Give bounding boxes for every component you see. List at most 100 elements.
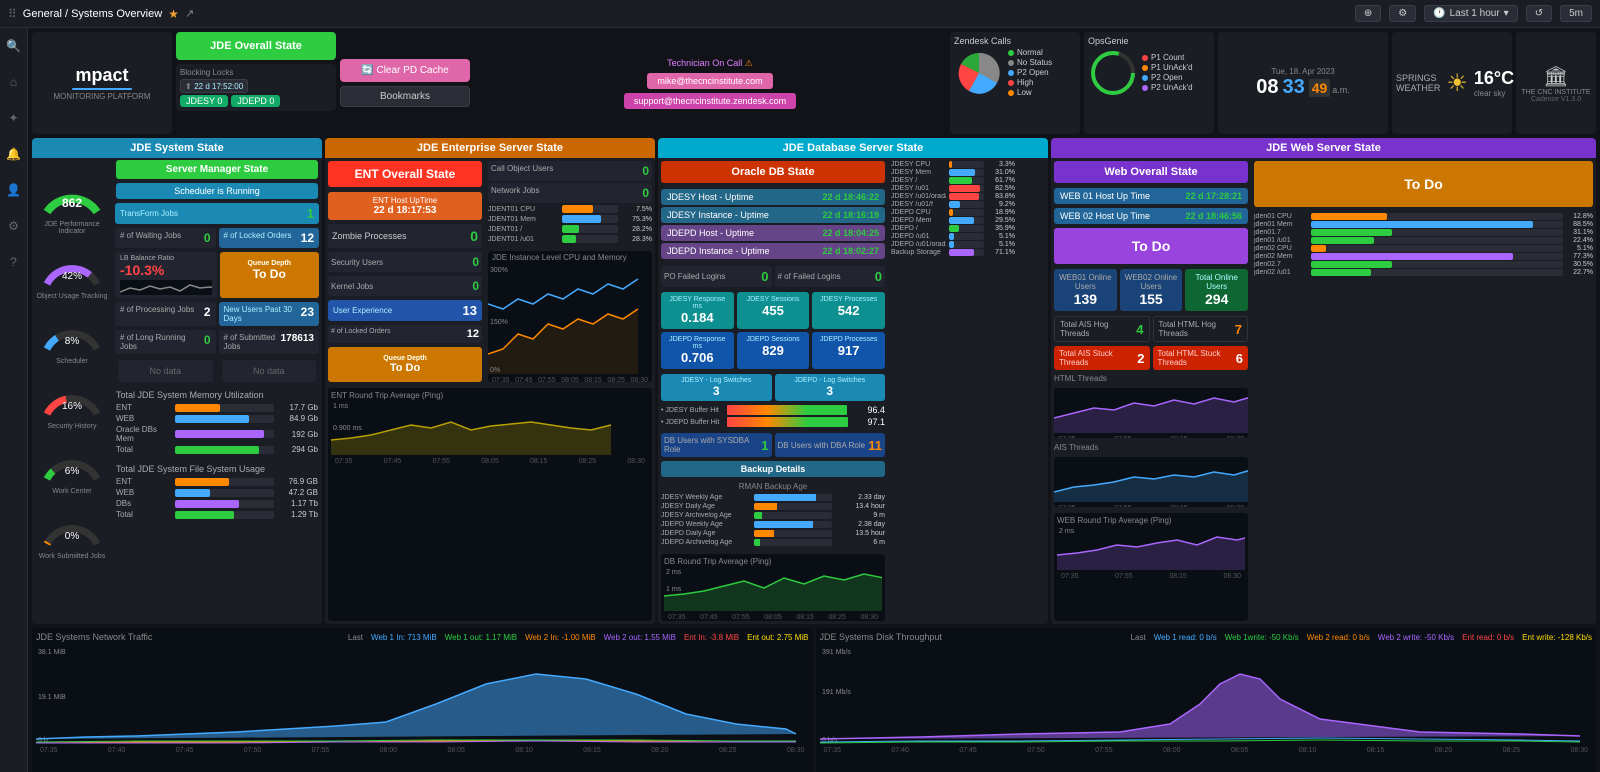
jdepd-response-box: JDEPD Response ms 0.706	[661, 332, 734, 369]
sidebar-icon-gear[interactable]: ⚙	[4, 216, 24, 236]
svg-text:391 Mb/s: 391 Mb/s	[822, 649, 851, 656]
object-label: Object Usage Tracking	[37, 293, 108, 300]
weather-temp: 16°C	[1474, 68, 1514, 89]
tech-email-button[interactable]: mike@thecncinstitute.com	[647, 73, 772, 89]
web-cpu-bars: jden01 CPU 12.8% jden01 Mem 88.5% jden01…	[1251, 210, 1596, 280]
actions-section: 🔄 Clear PD Cache Bookmarks	[340, 32, 470, 134]
failed-logins-row: PO Failed Logins 0 # of Failed Logins 0	[658, 264, 888, 289]
html-threads-label: HTML Threads	[1051, 372, 1251, 385]
weather-section: SPRINGS WEATHER ☀ 16°C clear sky	[1392, 32, 1512, 134]
transform-jobs-box: TransForm Jobs 1	[115, 203, 319, 224]
opsgenie-section: OpsGenie P1 Count P1 UnAck'd P2 Open P2 …	[1084, 32, 1214, 134]
ent-cpu-memory-chart: JDE Instance Level CPU and Memory 300% 1…	[488, 251, 652, 382]
rman-section: RMAN Backup Age JDESY Weekly Age 2.33 da…	[658, 479, 888, 551]
ent-panel-header: JDE Enterprise Server State	[325, 138, 655, 158]
memory-title: Total JDE System Memory Utilization	[116, 390, 318, 400]
failed-logins-box: # of Failed Logins 0	[775, 266, 886, 287]
memory-section: Total JDE System Memory Utilization ENT …	[112, 386, 322, 460]
chevron-down-icon: ▾	[1504, 8, 1509, 19]
jdesy-host-row: JDESY Host - Uptime 22 d 18:46:22	[661, 189, 885, 205]
sun-icon: ☀	[1446, 69, 1468, 98]
sidebar-icon-question[interactable]: ?	[4, 252, 24, 272]
disk-chart-title: JDE Systems Disk Throughput	[820, 632, 942, 642]
work-submitted-gauge: 0%	[37, 499, 107, 549]
scheduler-running: Scheduler is Running	[116, 183, 318, 199]
blocking-locks-label: Blocking Locks	[180, 68, 332, 77]
submitted-jobs-box: # of Submitted Jobs 178613	[219, 330, 320, 354]
svg-text:0%: 0%	[65, 531, 80, 542]
web02-online-box: WEB02 Online Users 155	[1120, 269, 1183, 311]
hog-threads-row: Total AIS Hog Threads 4 Total HTML Hog T…	[1051, 314, 1251, 344]
total-online-box: Total Online Users 294	[1185, 269, 1248, 311]
sidebar-icon-bell[interactable]: 🔔	[4, 144, 24, 164]
cache-icon: 🔄	[361, 65, 373, 76]
network-chart-title: JDE Systems Network Traffic	[36, 632, 152, 642]
jde-system-panel-header: JDE System State	[32, 138, 322, 158]
jdepd-processes-box: JDEPD Processes 917	[812, 332, 885, 369]
db-cpu-bars-container: JDESY CPU 3.3% JDESY Mem 31.0% JDESY / 6…	[891, 161, 1015, 256]
tech-support-button[interactable]: support@thecncinstitute.zendesk.com	[624, 93, 796, 109]
star-icon[interactable]: ★	[168, 7, 179, 21]
svg-text:1 ms: 1 ms	[333, 403, 349, 410]
db-users-row: DB Users with SYSDBA Role 1 DB Users wit…	[658, 431, 888, 459]
long-running-box: # of Long Running Jobs 0	[115, 330, 216, 354]
sidebar-icon-home[interactable]: ⌂	[4, 72, 24, 92]
svg-text:8%: 8%	[65, 336, 80, 347]
institute-section: 🏛 THE CNC INSTITUTE Cadence V1.3.0	[1516, 32, 1596, 134]
sidebar-icon-compass[interactable]: ✦	[4, 108, 24, 128]
log-switches-row: JDESY - Log Switches 3 JDEPD - Log Switc…	[658, 372, 888, 403]
oracle-db-state: Oracle DB State	[661, 161, 885, 183]
scheduler-label: Scheduler	[56, 358, 88, 365]
svg-text:42%: 42%	[62, 271, 82, 282]
sidebar-icon-search[interactable]: 🔍	[4, 36, 24, 56]
jdesy-badge: JDESY 0	[180, 95, 228, 107]
bottom-section: JDE Systems Network Traffic Last Web 1 I…	[28, 628, 1600, 772]
logo: mpact	[75, 65, 128, 86]
ent-cpu-bar-row: JDENT01 /u01 28.3%	[488, 235, 652, 243]
add-panel-button[interactable]: ⊕	[1355, 5, 1381, 22]
web-cpu-bar-row: jden02.7 30.5%	[1254, 261, 1593, 268]
web-cpu-bar-row: jden02 /u01 22.7%	[1254, 269, 1593, 276]
clock-hours: 08	[1256, 76, 1278, 99]
jdesy-log-switch: JDESY - Log Switches 3	[661, 374, 772, 401]
jdesy-response-box: JDESY Response ms 0.184	[661, 292, 734, 329]
web-cpu-bar-row: jden01.7 31.1%	[1254, 229, 1593, 236]
work-center-gauge: 6%	[37, 434, 107, 484]
jde-overall-state-button[interactable]: JDE Overall State	[176, 32, 336, 60]
locked-label: # of Locked Orders	[224, 231, 292, 245]
web-panel-header: JDE Web Server State	[1051, 138, 1596, 158]
svg-text:862: 862	[62, 196, 82, 210]
sidebar: 🔍 ⌂ ✦ 🔔 👤 ⚙ ?	[0, 28, 28, 772]
time-range-button[interactable]: 🕐 Last 1 hour ▾	[1424, 5, 1518, 22]
jdepd-badge: JDEPD 0	[231, 95, 280, 107]
jdesy-sessions-box: JDESY Sessions 455	[737, 292, 810, 329]
panels-row: JDE System State 862 JDE Performance Ind…	[28, 138, 1600, 628]
backup-bar-row: JDEPD Archivelog Age 6 m	[661, 539, 885, 546]
share-icon[interactable]: ↗	[185, 7, 194, 20]
ent-panel: JDE Enterprise Server State ENT Overall …	[325, 138, 655, 624]
sidebar-icon-user[interactable]: 👤	[4, 180, 24, 200]
processing-jobs-box: # of Processing Jobs 2	[115, 302, 216, 326]
locked-orders-box: # of Locked Orders 12	[219, 228, 320, 248]
backup-bar-row: JDESY Weekly Age 2.33 day	[661, 494, 885, 501]
db-host-rows: JDESY Host - Uptime 22 d 18:46:22 JDESY …	[658, 186, 888, 264]
settings-button[interactable]: ⚙	[1389, 5, 1416, 22]
queue-depth-todo-box: Queue Depth To Do	[220, 252, 320, 298]
ais-hog-box: Total AIS Hog Threads 4	[1054, 316, 1150, 342]
sysdba-users-box: DB Users with SYSDBA Role 1	[661, 433, 772, 457]
clear-pd-cache-button[interactable]: 🔄 Clear PD Cache	[340, 59, 470, 82]
call-object-users-box: Call Object Users 0	[488, 161, 652, 181]
svg-text:19.1 MiB: 19.1 MiB	[38, 694, 66, 701]
zendesk-section: Zendesk Calls Normal No Status P2 Open H…	[950, 32, 1080, 134]
user-experience-box: User Experience 13	[328, 300, 482, 321]
web-cpu-bar-row: jden01 CPU 12.8%	[1254, 213, 1593, 220]
bookmarks-button[interactable]: Bookmarks	[340, 86, 470, 107]
technician-section: Technician On Call ⚠ mike@thecncinstitut…	[474, 32, 946, 134]
db-cpu-bar-row: JDESY Mem 31.0%	[891, 169, 1015, 176]
html-hog-box: Total HTML Hog Threads 7	[1153, 316, 1249, 342]
refresh-interval-button[interactable]: 5m	[1560, 5, 1592, 22]
ent-cpu-bars: JDENT01 CPU 7.5% JDENT01 Mem 75.3% JDENT…	[488, 205, 652, 243]
zendesk-title: Zendesk Calls	[954, 36, 1076, 46]
refresh-button[interactable]: ↺	[1526, 5, 1552, 22]
header-row: mpact MONITORING PLATFORM JDE Overall St…	[28, 28, 1600, 138]
